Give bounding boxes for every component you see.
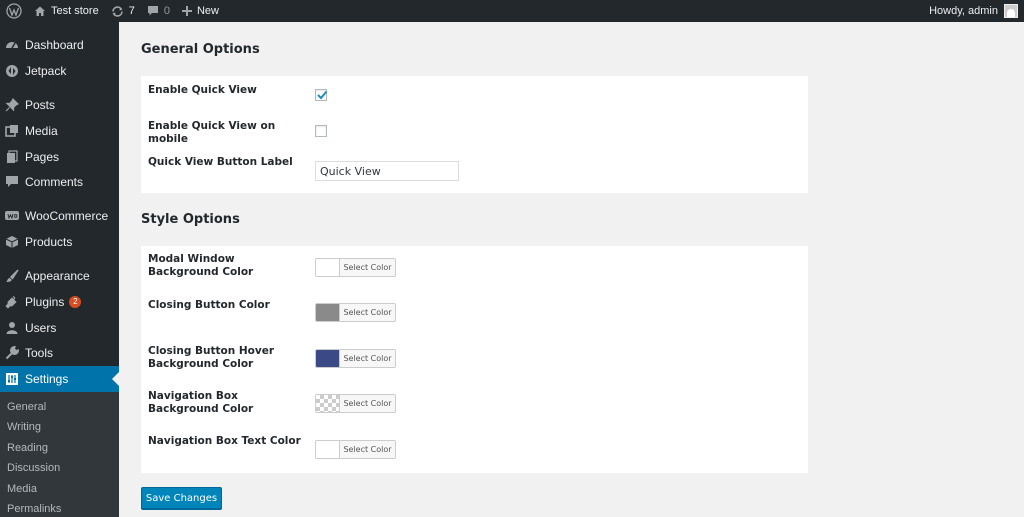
button-label-input[interactable] [315, 161, 459, 181]
sidebar-item-label: Settings [25, 372, 69, 386]
sidebar-item-woocommerce[interactable]: WooCommerce [0, 203, 119, 229]
my-account-link[interactable]: Howdy, admin [929, 4, 1024, 18]
enable-mobile-label: Enable Quick View on mobile [148, 120, 276, 145]
updates-count: 7 [128, 5, 135, 17]
user-icon [5, 321, 19, 335]
modal-bg-color-picker[interactable]: Select Color [315, 258, 396, 277]
plus-icon [181, 6, 192, 16]
submenu-item-discussion[interactable]: Discussion [7, 462, 60, 474]
sidebar-item-appearance[interactable]: Appearance [0, 263, 119, 289]
submenu-item-reading[interactable]: Reading [7, 442, 48, 454]
wordpress-logo-icon[interactable] [0, 0, 28, 22]
sidebar-item-posts[interactable]: Posts [0, 92, 119, 118]
pin-icon [5, 98, 19, 112]
home-icon [35, 6, 45, 16]
sidebar-item-label: Plugins [25, 295, 65, 309]
sidebar-item-jetpack[interactable]: Jetpack [0, 58, 119, 84]
closing-button-hover-bg-label: Closing Button Hover Background Color [148, 345, 275, 370]
settings-submenu: General Writing Reading Discussion Media… [0, 392, 119, 517]
comments-count: 0 [163, 5, 170, 17]
settings-icon [5, 372, 19, 386]
dashboard-icon [5, 38, 19, 52]
style-options-panel: Modal Window Background Color Select Col… [141, 246, 808, 473]
plugin-icon [5, 295, 19, 309]
update-count-badge: 2 [69, 296, 82, 308]
color-swatch [316, 395, 340, 412]
sidebar-item-label: Comments [25, 175, 84, 189]
modal-bg-color-label: Modal Window Background Color [148, 253, 254, 278]
brush-icon [5, 269, 19, 283]
sidebar-item-label: Products [25, 235, 73, 249]
select-color-label: Select Color [343, 399, 392, 408]
sidebar-item-plugins[interactable]: Plugins 2 [0, 289, 119, 315]
submenu-item-media[interactable]: Media [7, 483, 37, 495]
sidebar-item-label: Tools [25, 346, 54, 360]
comment-bubble-icon [147, 6, 158, 16]
submenu-item-general[interactable]: General [7, 401, 46, 413]
comment-icon [5, 175, 19, 189]
main-content: General Options Enable Quick View Enable… [119, 22, 1024, 517]
greeting: Howdy, admin [929, 5, 998, 17]
color-swatch [316, 441, 340, 458]
style-options-title: Style Options [141, 212, 240, 227]
checkmark-icon [317, 90, 328, 100]
enable-quick-view-label: Enable Quick View [148, 84, 257, 96]
sidebar-item-dashboard[interactable]: Dashboard [0, 32, 119, 58]
enable-mobile-checkbox[interactable] [315, 125, 327, 137]
woocommerce-icon [5, 209, 19, 223]
jetpack-icon [5, 64, 19, 78]
sidebar-item-label: Media [25, 124, 58, 138]
new-content-link[interactable]: New [176, 0, 225, 22]
sidebar-item-media[interactable]: Media [0, 118, 119, 144]
site-name: Test store [51, 5, 99, 17]
admin-bar: Test store 7 0 New Howdy, admin [0, 0, 1024, 22]
button-label-label: Quick View Button Label [148, 156, 293, 168]
closing-button-color-picker[interactable]: Select Color [315, 303, 396, 322]
submenu-item-permalinks[interactable]: Permalinks [7, 503, 61, 515]
closing-button-color-label: Closing Button Color [148, 299, 270, 311]
new-label: New [196, 5, 219, 17]
nav-box-bg-color-picker[interactable]: Select Color [315, 394, 396, 413]
general-options-panel: Enable Quick View Enable Quick View on m… [141, 76, 808, 193]
avatar [1004, 4, 1018, 18]
submenu-item-writing[interactable]: Writing [7, 421, 41, 433]
sidebar-item-users[interactable]: Users [0, 315, 119, 341]
sidebar-item-label: WooCommerce [25, 209, 109, 223]
save-changes-button[interactable]: Save Changes [141, 487, 222, 509]
nav-box-bg-color-label: Navigation Box Background Color [148, 390, 254, 415]
sidebar-item-label: Pages [25, 150, 60, 164]
sidebar-item-pages[interactable]: Pages [0, 144, 119, 170]
select-color-label: Select Color [343, 354, 392, 363]
nav-box-text-color-picker[interactable]: Select Color [315, 440, 396, 459]
select-color-label: Select Color [343, 263, 392, 272]
color-swatch [316, 350, 340, 367]
sidebar-item-label: Users [25, 321, 57, 335]
closing-button-hover-bg-picker[interactable]: Select Color [315, 349, 396, 368]
select-color-label: Select Color [343, 445, 392, 454]
sidebar-item-label: Posts [25, 98, 56, 112]
wrench-icon [5, 346, 19, 360]
enable-quick-view-checkbox[interactable] [315, 89, 328, 101]
select-color-label: Select Color [343, 308, 392, 317]
nav-box-text-color-label: Navigation Box Text Color [148, 435, 301, 447]
sidebar-item-label: Dashboard [25, 38, 84, 52]
color-swatch [316, 304, 340, 321]
pages-icon [5, 150, 19, 164]
sidebar-item-products[interactable]: Products [0, 229, 119, 255]
sidebar-item-label: Jetpack [25, 64, 67, 78]
general-options-title: General Options [141, 42, 260, 57]
updates-link[interactable]: 7 [105, 0, 141, 22]
sidebar-item-tools[interactable]: Tools [0, 340, 119, 366]
products-icon [5, 235, 19, 249]
updates-icon [111, 5, 123, 17]
sidebar-item-settings[interactable]: Settings [0, 366, 119, 392]
comments-link[interactable]: 0 [141, 0, 176, 22]
sidebar-item-comments[interactable]: Comments [0, 169, 119, 195]
color-swatch [316, 259, 340, 276]
media-icon [5, 124, 19, 138]
sidebar-item-label: Appearance [25, 269, 90, 283]
site-name-link[interactable]: Test store [28, 0, 105, 22]
